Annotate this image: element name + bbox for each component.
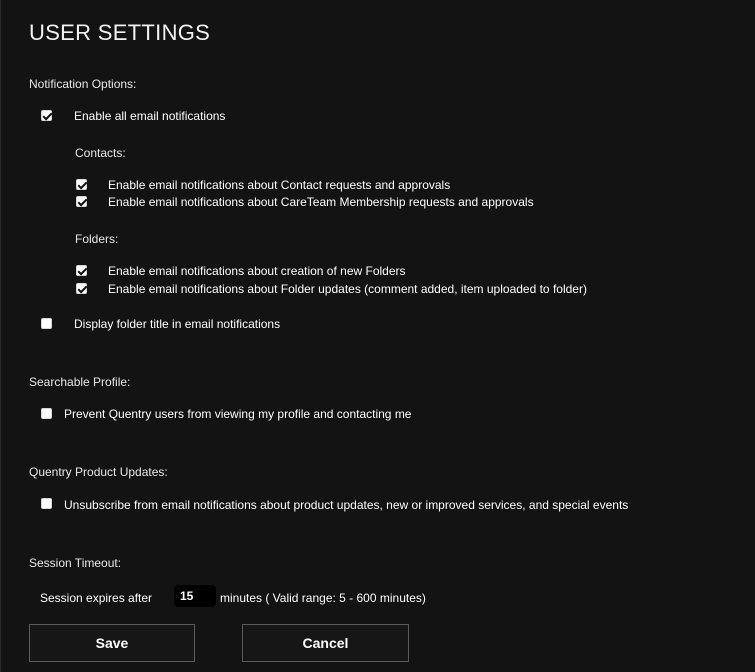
session-expires-suffix: minutes ( Valid range: 5 - 600 minutes) xyxy=(220,591,426,605)
contact-requests-label: Enable email notifications about Contact… xyxy=(108,178,451,192)
enable-all-label: Enable all email notifications xyxy=(74,109,226,123)
new-folders-checkbox[interactable] xyxy=(76,265,87,276)
display-folder-title-label: Display folder title in email notificati… xyxy=(74,317,281,331)
careteam-requests-checkbox[interactable] xyxy=(76,196,87,207)
session-timeout-input[interactable] xyxy=(174,585,216,607)
user-settings-panel: USER SETTINGS Notification Options: Enab… xyxy=(0,0,755,672)
cancel-button[interactable]: Cancel xyxy=(242,624,409,662)
new-folders-label: Enable email notifications about creatio… xyxy=(108,264,406,278)
folder-updates-checkbox[interactable] xyxy=(76,283,87,294)
session-expires-prefix: Session expires after xyxy=(40,591,153,605)
display-folder-title-checkbox[interactable] xyxy=(41,318,52,329)
prevent-profile-checkbox[interactable] xyxy=(41,408,52,419)
save-button[interactable]: Save xyxy=(29,624,195,662)
unsubscribe-checkbox[interactable] xyxy=(41,498,52,509)
folders-heading: Folders: xyxy=(75,232,119,246)
enable-all-checkbox[interactable] xyxy=(41,110,52,121)
contact-requests-checkbox[interactable] xyxy=(76,179,87,190)
prevent-profile-label: Prevent Quentry users from viewing my pr… xyxy=(64,407,412,421)
folder-updates-label: Enable email notifications about Folder … xyxy=(108,282,587,296)
page-title: USER SETTINGS xyxy=(29,20,211,45)
notification-options-heading: Notification Options: xyxy=(29,77,137,91)
contacts-heading: Contacts: xyxy=(75,146,126,160)
session-timeout-heading: Session Timeout: xyxy=(29,556,122,570)
searchable-profile-heading: Searchable Profile: xyxy=(29,375,131,389)
product-updates-heading: Quentry Product Updates: xyxy=(29,465,168,479)
unsubscribe-label: Unsubscribe from email notifications abo… xyxy=(64,498,629,512)
careteam-requests-label: Enable email notifications about CareTea… xyxy=(108,195,534,209)
